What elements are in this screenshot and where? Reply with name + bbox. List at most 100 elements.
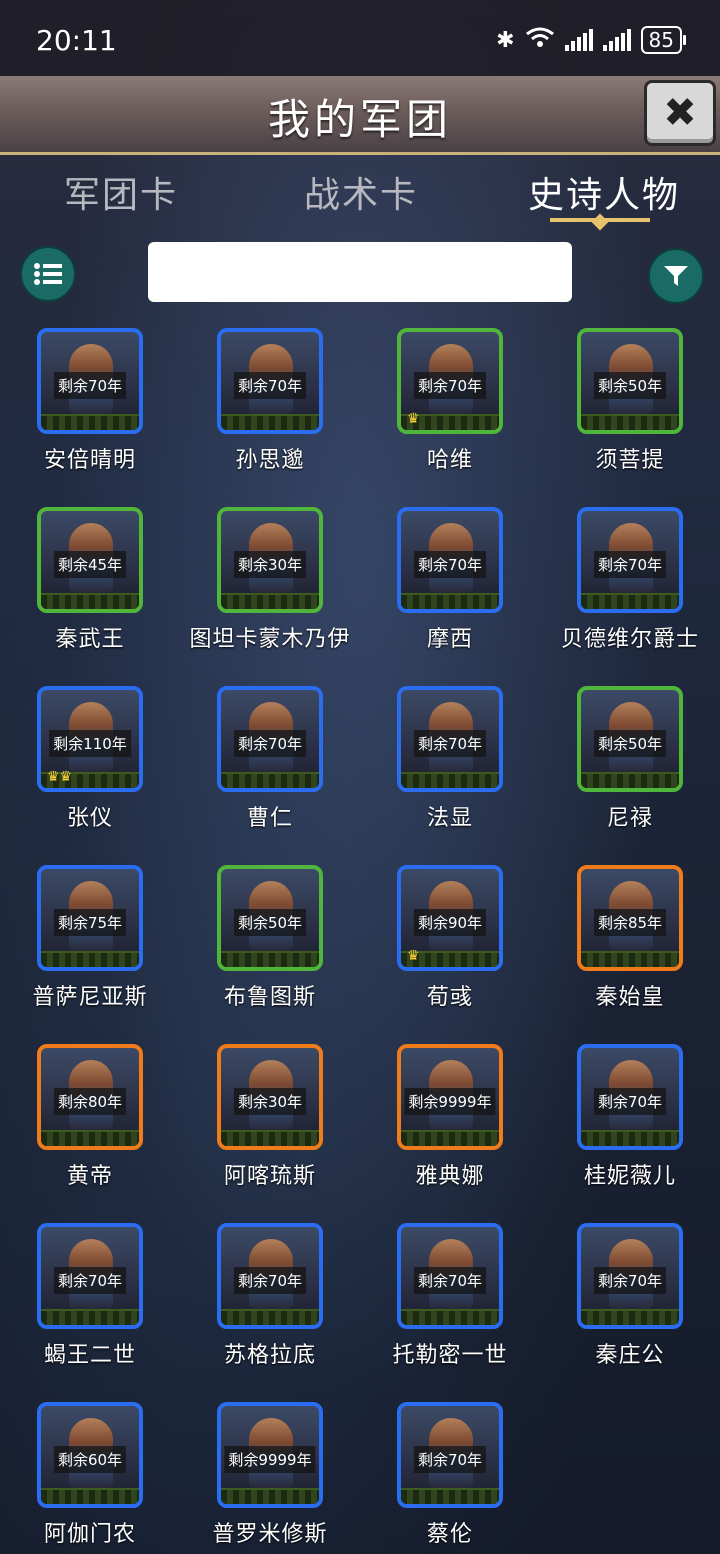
rank-strip [221,1130,319,1146]
character-name: 托勒密一世 [392,1343,508,1368]
clock: 20:11 [36,24,117,57]
remaining-years-label: 剩余70年 [413,551,487,578]
character-portrait: 剩余80年 [37,1044,143,1150]
crown-icon: ♛ [407,411,420,427]
character-card[interactable]: ♛♛ 剩余110年张仪 [0,678,180,838]
remaining-years-label: 剩余70年 [593,1267,667,1294]
page-title: 我的军团 [267,95,452,144]
character-name: 法显 [426,806,473,831]
character-card[interactable]: 剩余50年布鲁图斯 [180,857,360,1017]
list-view-button[interactable] [20,246,76,302]
remaining-years-label: 剩余70年 [413,372,487,399]
character-name: 安倍晴明 [43,448,136,473]
remaining-years-label: 剩余70年 [233,730,307,757]
character-portrait: ♛ 剩余70年 [397,328,503,434]
rank-strip [401,772,499,788]
character-portrait: 剩余9999年 [217,1402,323,1508]
character-name: 尼禄 [606,806,653,831]
remaining-years-label: 剩余30年 [233,551,307,578]
active-tab-indicator [550,218,650,222]
character-card[interactable]: 剩余70年秦庄公 [540,1215,720,1375]
character-card[interactable]: 剩余70年 法显 [360,678,540,838]
character-name: 曹仁 [246,806,293,831]
character-portrait: ♛♛ 剩余110年 [37,686,143,792]
tab-epic-characters[interactable]: 史诗人物 [528,166,680,218]
tab-tactic-cards[interactable]: 战术卡 [304,166,418,218]
character-card[interactable]: 剩余70年 安倍晴明 [0,320,180,480]
character-card[interactable]: 剩余50年尼禄 [540,678,720,838]
character-card[interactable]: 剩余75年 普萨尼亚斯 [0,857,180,1017]
character-portrait: 剩余70年 [37,1223,143,1329]
character-portrait: 剩余70年 [217,686,323,792]
rank-strip [221,1309,319,1325]
character-card[interactable]: 剩余9999年 雅典娜 [360,1036,540,1196]
rank-strip [581,1130,679,1146]
rank-strip [401,1488,499,1504]
character-card[interactable]: 剩余70年 苏格拉底 [180,1215,360,1375]
character-card[interactable]: ♛ 剩余70年哈维 [360,320,540,480]
character-card[interactable]: 剩余70年 摩西 [360,499,540,659]
rank-strip [401,1309,499,1325]
character-name: 布鲁图斯 [223,985,316,1010]
remaining-years-label: 剩余30年 [233,1088,307,1115]
rank-strip [41,593,139,609]
remaining-years-label: 剩余70年 [593,551,667,578]
rank-strip [221,1488,319,1504]
character-card[interactable]: 剩余80年黄帝 [0,1036,180,1196]
close-button[interactable]: ✖ [644,80,716,146]
character-name: 秦庄公 [595,1343,665,1368]
character-card[interactable]: 剩余70年 蝎王二世 [0,1215,180,1375]
character-name: 秦始皇 [595,985,665,1010]
character-name: 张仪 [66,806,113,831]
remaining-years-label: 剩余75年 [53,909,127,936]
rank-strip [581,951,679,967]
rank-strip [581,593,679,609]
character-card[interactable]: 剩余70年桂妮薇儿 [540,1036,720,1196]
character-portrait: 剩余30年 [217,507,323,613]
character-name: 秦武王 [55,627,125,652]
character-name: 阿伽门农 [43,1522,136,1547]
filter-button[interactable] [648,248,704,304]
character-name: 哈维 [426,448,473,473]
character-name: 须菩提 [595,448,665,473]
list-icon [34,263,62,285]
battery-icon: 85 [640,26,687,54]
character-card[interactable]: 剩余30年 图坦卡蒙木乃伊 [180,499,360,659]
character-card[interactable]: 剩余60年阿伽门农 [0,1394,180,1554]
character-portrait: 剩余50年 [217,865,323,971]
character-portrait: 剩余70年 [397,507,503,613]
character-card[interactable]: 剩余30年阿喀琉斯 [180,1036,360,1196]
filter-icon [664,266,688,286]
character-portrait: 剩余30年 [217,1044,323,1150]
rank-strip [41,414,139,430]
character-card[interactable]: 剩余70年 蔡伦 [360,1394,540,1554]
character-card[interactable]: 剩余70年曹仁 [180,678,360,838]
character-card[interactable]: 剩余50年 须菩提 [540,320,720,480]
rank-strip [41,1130,139,1146]
remaining-years-label: 剩余70年 [233,372,307,399]
remaining-years-label: 剩余50年 [593,730,667,757]
character-portrait: ♛ 剩余90年 [397,865,503,971]
character-card[interactable]: 剩余70年 贝德维尔爵士 [540,499,720,659]
rank-strip [221,593,319,609]
remaining-years-label: 剩余9999年 [224,1446,316,1473]
search-input[interactable] [148,242,572,302]
remaining-years-label: 剩余70年 [233,1267,307,1294]
character-card[interactable]: 剩余85年 秦始皇 [540,857,720,1017]
character-name: 桂妮薇儿 [583,1164,676,1189]
character-card[interactable]: 剩余70年 托勒密一世 [360,1215,540,1375]
character-card[interactable]: 剩余70年 孙思邈 [180,320,360,480]
rank-strip [581,414,679,430]
remaining-years-label: 剩余110年 [49,730,131,757]
character-card[interactable]: ♛ 剩余90年 荀彧 [360,857,540,1017]
character-card[interactable]: 剩余9999年 普罗米修斯 [180,1394,360,1554]
character-portrait: 剩余70年 [577,1044,683,1150]
character-portrait: 剩余60年 [37,1402,143,1508]
character-portrait: 剩余70年 [397,1402,503,1508]
character-name: 阿喀琉斯 [223,1164,316,1189]
character-portrait: 剩余9999年 [397,1044,503,1150]
character-card[interactable]: 剩余45年 秦武王 [0,499,180,659]
remaining-years-label: 剩余50年 [233,909,307,936]
tab-legion-cards[interactable]: 军团卡 [64,166,178,218]
character-name: 黄帝 [66,1164,113,1189]
